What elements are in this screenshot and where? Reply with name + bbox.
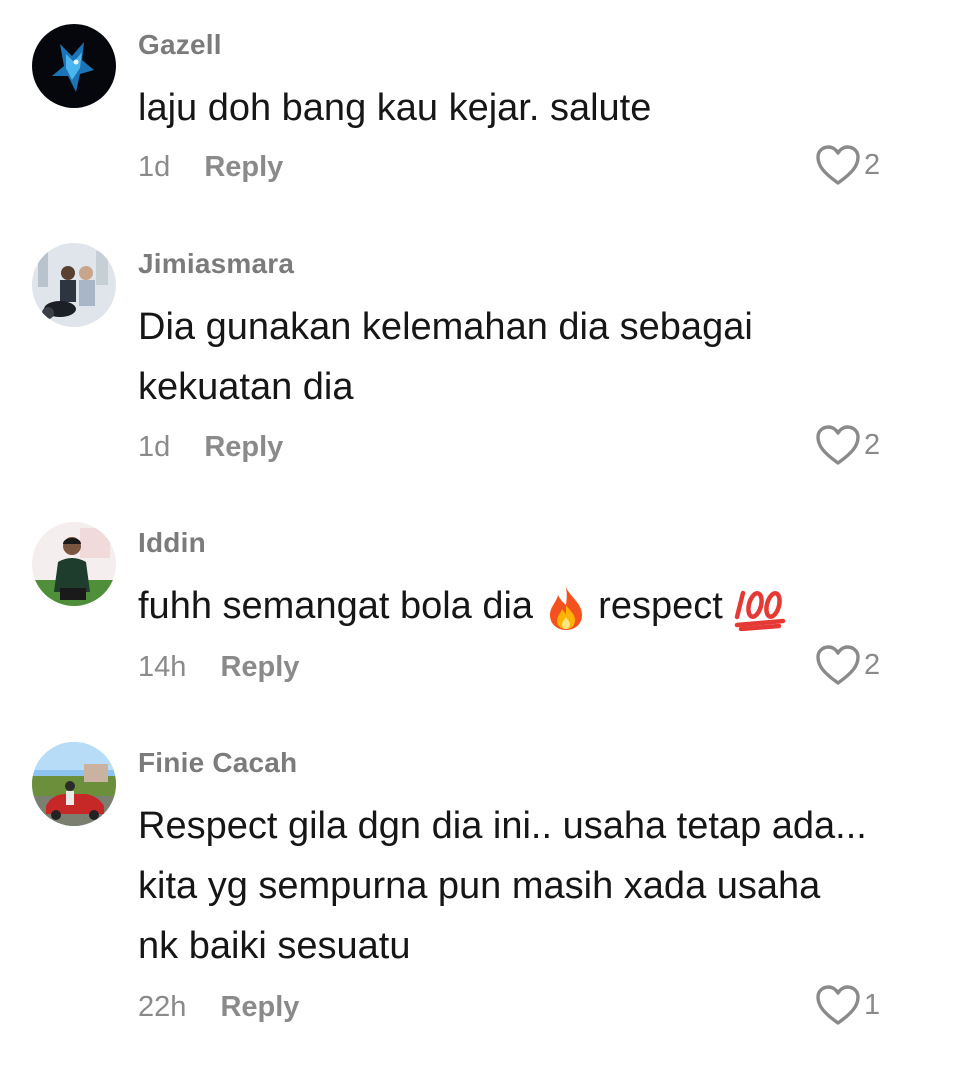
comment-meta: 14h Reply <box>138 651 299 684</box>
comment-time: 1d <box>138 431 171 463</box>
heart-icon <box>816 985 860 1025</box>
comment-text-part: fuhh semangat bola dia <box>138 585 544 627</box>
like-button[interactable]: 1 <box>814 983 880 1027</box>
comment-meta: 1d Reply <box>138 151 283 184</box>
heart-icon <box>816 645 860 685</box>
username[interactable]: Iddin <box>138 527 206 559</box>
comment-meta: 22h Reply <box>138 991 299 1024</box>
reply-button[interactable]: Reply <box>204 431 283 464</box>
heart-icon <box>816 425 860 465</box>
like-button[interactable]: 2 <box>814 423 880 467</box>
like-button[interactable]: 2 <box>814 143 880 187</box>
comment-time: 14h <box>138 651 187 683</box>
heart-icon <box>816 145 860 185</box>
like-button[interactable]: 2 <box>814 643 880 687</box>
comment-text-part: respect <box>587 585 734 627</box>
comment-text: Respect gila dgn dia ini.. usaha tetap a… <box>138 805 867 967</box>
comment-time: 1d <box>138 151 171 183</box>
comment-text: laju doh bang kau kejar. salute <box>138 87 652 129</box>
comment-meta: 1d Reply <box>138 431 283 464</box>
comment-text: fuhh semangat bola dia respect <box>138 576 950 636</box>
like-count: 1 <box>864 988 881 1021</box>
username[interactable]: Jimiasmara <box>138 248 294 280</box>
reply-button[interactable]: Reply <box>220 991 299 1024</box>
man-green-shirt-avatar[interactable] <box>32 522 116 606</box>
like-count: 2 <box>864 648 881 681</box>
comment-time: 22h <box>138 991 187 1023</box>
fire-emoji <box>544 585 588 631</box>
reply-button[interactable]: Reply <box>220 651 299 684</box>
like-count: 2 <box>864 428 881 461</box>
hundred-points-emoji <box>733 585 789 631</box>
username[interactable]: Finie Cacah <box>138 747 297 779</box>
red-car-outdoor-avatar[interactable] <box>32 742 116 826</box>
comment-text: Dia gunakan kelemahan dia sebagai kekuat… <box>138 306 753 408</box>
like-count: 2 <box>864 148 881 181</box>
reply-button[interactable]: Reply <box>204 151 283 184</box>
blue-wolf-avatar[interactable] <box>32 24 116 108</box>
username[interactable]: Gazell <box>138 29 222 61</box>
couple-motorcycle-avatar[interactable] <box>32 243 116 327</box>
